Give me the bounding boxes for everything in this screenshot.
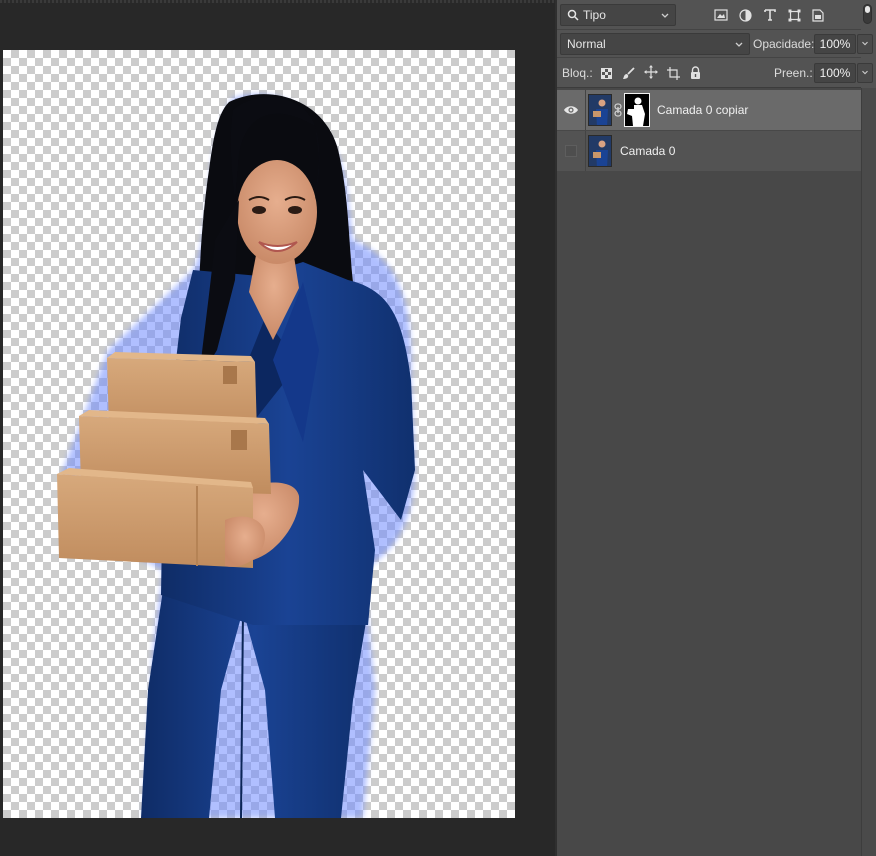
blend-mode-select[interactable]: Normal	[560, 33, 750, 55]
lock-fill-bar: Bloq.: Preen.: 100%	[557, 58, 873, 88]
fill-input[interactable]: 100%	[814, 63, 856, 83]
layer-row-camada-0-copiar[interactable]: Camada 0 copiar	[557, 90, 861, 130]
layers-list[interactable]: Camada 0 copiar Camada 0	[557, 88, 861, 856]
chevron-down-icon	[735, 42, 743, 47]
fill-label: Preen.:	[774, 66, 813, 80]
canvas-workspace[interactable]	[0, 0, 555, 856]
opacity-label: Opacidade:	[753, 37, 815, 51]
visibility-toggle-off[interactable]	[565, 145, 577, 157]
workspace-top-edge	[0, 0, 555, 3]
layers-panel: Tipo Normal Opacidade: 100% Bloq.: Preen…	[555, 0, 876, 856]
type-filter-icon[interactable]	[762, 7, 778, 23]
layer-thumbnail	[588, 135, 612, 167]
chevron-down-icon	[862, 70, 868, 75]
layers-scrollbar[interactable]	[861, 88, 876, 856]
adjustment-filter-icon[interactable]	[737, 7, 753, 23]
smart-object-filter-icon[interactable]	[810, 7, 826, 23]
lock-paint-icon[interactable]	[620, 65, 636, 81]
visibility-separator	[585, 90, 586, 130]
layer-row-camada-0[interactable]: Camada 0	[557, 131, 861, 171]
layer-filter-bar: Tipo	[557, 0, 872, 30]
image-filter-icon[interactable]	[713, 7, 729, 23]
link-icon[interactable]	[614, 103, 622, 117]
layer-thumbnail	[588, 94, 612, 126]
layer-mask-thumbnail[interactable]	[624, 93, 650, 127]
document-canvas[interactable]	[3, 50, 515, 818]
lock-label: Bloq.:	[562, 66, 593, 80]
shape-filter-icon[interactable]	[786, 7, 802, 23]
opacity-input[interactable]: 100%	[814, 34, 856, 54]
lock-all-icon[interactable]	[687, 64, 703, 80]
chevron-down-icon	[862, 41, 868, 46]
visibility-separator	[585, 131, 586, 171]
blend-opacity-bar: Normal Opacidade: 100%	[557, 30, 873, 58]
filter-kind-label: Tipo	[583, 8, 606, 22]
eye-icon[interactable]	[563, 102, 579, 118]
lock-artboard-icon[interactable]	[665, 65, 681, 81]
fill-dropdown-button[interactable]	[857, 63, 873, 83]
filter-toggle-switch[interactable]	[863, 4, 872, 24]
layer-name[interactable]: Camada 0	[620, 144, 675, 158]
photo-woman-holding-boxes	[57, 94, 415, 818]
opacity-dropdown-button[interactable]	[857, 34, 873, 54]
chevron-down-icon	[661, 13, 669, 18]
lock-transparent-icon[interactable]	[598, 65, 614, 81]
layer-name[interactable]: Camada 0 copiar	[657, 103, 748, 117]
blend-mode-value: Normal	[567, 37, 606, 51]
filter-kind-select[interactable]: Tipo	[560, 4, 676, 26]
search-icon	[567, 9, 579, 21]
lock-position-icon[interactable]	[643, 64, 659, 80]
